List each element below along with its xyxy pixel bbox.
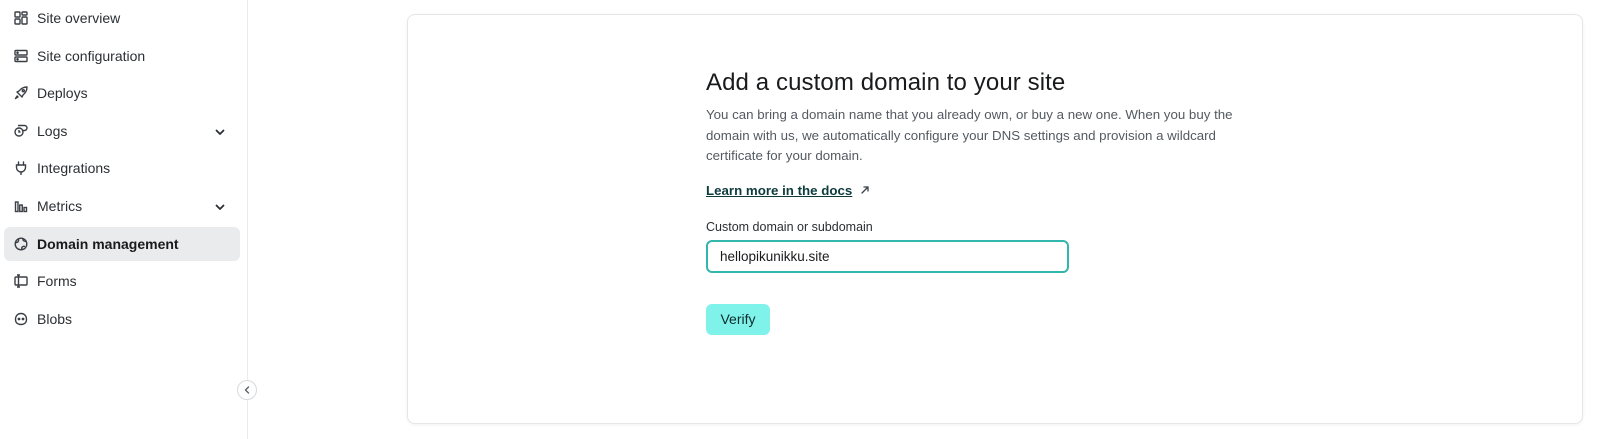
sidebar-item-label: Deploys xyxy=(37,85,88,102)
sidebar-item-forms[interactable]: Forms xyxy=(4,264,240,298)
sidebar-item-site-overview[interactable]: Site overview xyxy=(4,1,240,35)
collapse-sidebar-button[interactable] xyxy=(237,380,257,400)
sidebar-item-blobs[interactable]: Blobs xyxy=(4,302,240,336)
page-description: You can bring a domain name that you alr… xyxy=(706,107,1233,163)
chevron-left-icon xyxy=(244,386,250,394)
globe-icon xyxy=(14,237,28,251)
sidebar-item-label: Site overview xyxy=(37,10,121,26)
forms-icon xyxy=(14,274,28,288)
sidebar-item-label: Metrics xyxy=(37,197,83,214)
verify-button[interactable]: Verify xyxy=(706,303,770,335)
add-domain-card: Add a custom domain to your site You can… xyxy=(407,14,1583,424)
sidebar-item-label: Logs xyxy=(37,122,68,139)
bar-chart-icon xyxy=(14,199,28,213)
sidebar-item-label: Site configuration xyxy=(37,47,146,64)
page-title: Add a custom domain to your site xyxy=(706,69,1066,96)
custom-domain-input[interactable] xyxy=(706,239,1069,273)
sidebar-item-metrics[interactable]: Metrics xyxy=(4,189,240,223)
rocket-icon xyxy=(14,86,28,100)
server-icon xyxy=(14,49,28,63)
add-domain-form: Add a custom domain to your site You can… xyxy=(706,69,1266,335)
logs-icon xyxy=(14,124,28,138)
chevron-down-icon[interactable] xyxy=(214,125,226,137)
sidebar-nav: Site overview Site configuration Deploys… xyxy=(4,0,240,339)
blob-icon xyxy=(14,312,28,326)
sidebar-item-site-configuration[interactable]: Site configuration xyxy=(4,39,240,73)
sidebar-item-label: Blobs xyxy=(37,310,73,327)
domain-field-label: Custom domain or subdomain xyxy=(706,219,873,234)
sidebar-item-label: Integrations xyxy=(37,160,111,177)
chevron-down-icon[interactable] xyxy=(214,200,226,212)
sidebar: Site overview Site configuration Deploys… xyxy=(0,0,257,439)
sidebar-item-integrations[interactable]: Integrations xyxy=(4,151,240,185)
sidebar-item-domain-management[interactable]: Domain management xyxy=(4,226,240,261)
sidebar-item-label: Forms xyxy=(37,273,77,290)
learn-more-link[interactable]: Learn more in the docs xyxy=(706,183,870,198)
external-link-icon xyxy=(860,185,870,195)
learn-more-label: Learn more in the docs xyxy=(706,182,853,198)
sidebar-item-deploys[interactable]: Deploys xyxy=(4,76,240,110)
plug-icon xyxy=(14,161,28,176)
sidebar-item-label: Domain management xyxy=(37,235,179,252)
sidebar-item-logs[interactable]: Logs xyxy=(4,114,240,148)
grid-icon xyxy=(14,11,28,25)
